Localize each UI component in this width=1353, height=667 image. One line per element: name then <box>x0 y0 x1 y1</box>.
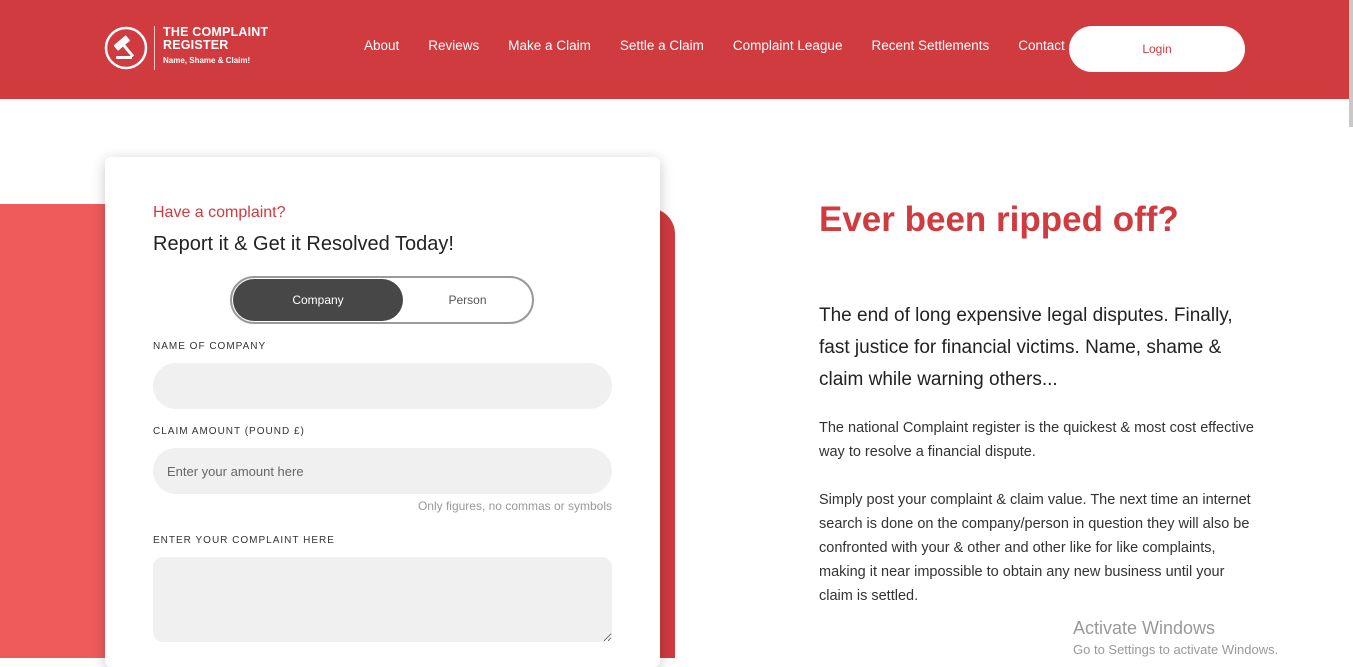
nav-complaint-league[interactable]: Complaint League <box>733 38 843 53</box>
main-nav: About Reviews Make a Claim Settle a Clai… <box>364 38 1094 53</box>
claim-amount-hint: Only figures, no commas or symbols <box>417 499 612 513</box>
site-header: THE COMPLAINT REGISTER Name, Shame & Cla… <box>0 0 1353 99</box>
toggle-company[interactable]: Company <box>233 279 403 321</box>
gavel-icon <box>104 26 148 70</box>
brand-title: THE COMPLAINT REGISTER <box>163 25 269 52</box>
hero-subtitle: The end of long expensive legal disputes… <box>819 305 1233 390</box>
intro-paragraph: The national Complaint register is the q… <box>819 420 1254 460</box>
form-eyebrow: Have a complaint? <box>153 204 286 221</box>
claim-amount-label: CLAIM AMOUNT (POUND £) <box>153 426 305 437</box>
nav-reviews[interactable]: Reviews <box>428 38 479 53</box>
hero-title: Ever been ripped off? <box>819 200 1179 239</box>
complaint-label: ENTER YOUR COMPLAINT HERE <box>153 535 335 546</box>
company-name-input[interactable] <box>153 363 612 409</box>
brand-tagline: Name, Shame & Claim! <box>163 56 251 65</box>
complaint-textarea[interactable] <box>153 557 612 642</box>
nav-recent-settlements[interactable]: Recent Settlements <box>871 38 989 53</box>
company-person-toggle[interactable]: Company Person <box>230 276 534 324</box>
nav-make-a-claim[interactable]: Make a Claim <box>508 38 591 53</box>
company-name-label: NAME OF COMPANY <box>153 341 267 352</box>
logo-divider <box>154 26 155 70</box>
nav-settle-a-claim[interactable]: Settle a Claim <box>620 38 704 53</box>
page-scrollbar[interactable] <box>1349 0 1353 127</box>
toggle-person[interactable]: Person <box>403 279 532 321</box>
brand-text: THE COMPLAINT REGISTER Name, Shame & Cla… <box>163 25 273 66</box>
windows-activation-subtext: Go to Settings to activate Windows. <box>1073 642 1279 657</box>
windows-activation-watermark: Activate Windows <box>1073 618 1216 638</box>
brand-logo[interactable]: THE COMPLAINT REGISTER Name, Shame & Cla… <box>104 26 273 70</box>
process-paragraph: Simply post your complaint & claim value… <box>819 492 1251 604</box>
claim-amount-input[interactable] <box>153 448 612 494</box>
nav-about[interactable]: About <box>364 38 399 53</box>
complaint-form-card: Have a complaint? Report it & Get it Res… <box>105 157 660 667</box>
nav-contact[interactable]: Contact <box>1018 38 1065 53</box>
login-button[interactable]: Login <box>1069 26 1245 72</box>
form-title: Report it & Get it Resolved Today! <box>153 233 454 255</box>
